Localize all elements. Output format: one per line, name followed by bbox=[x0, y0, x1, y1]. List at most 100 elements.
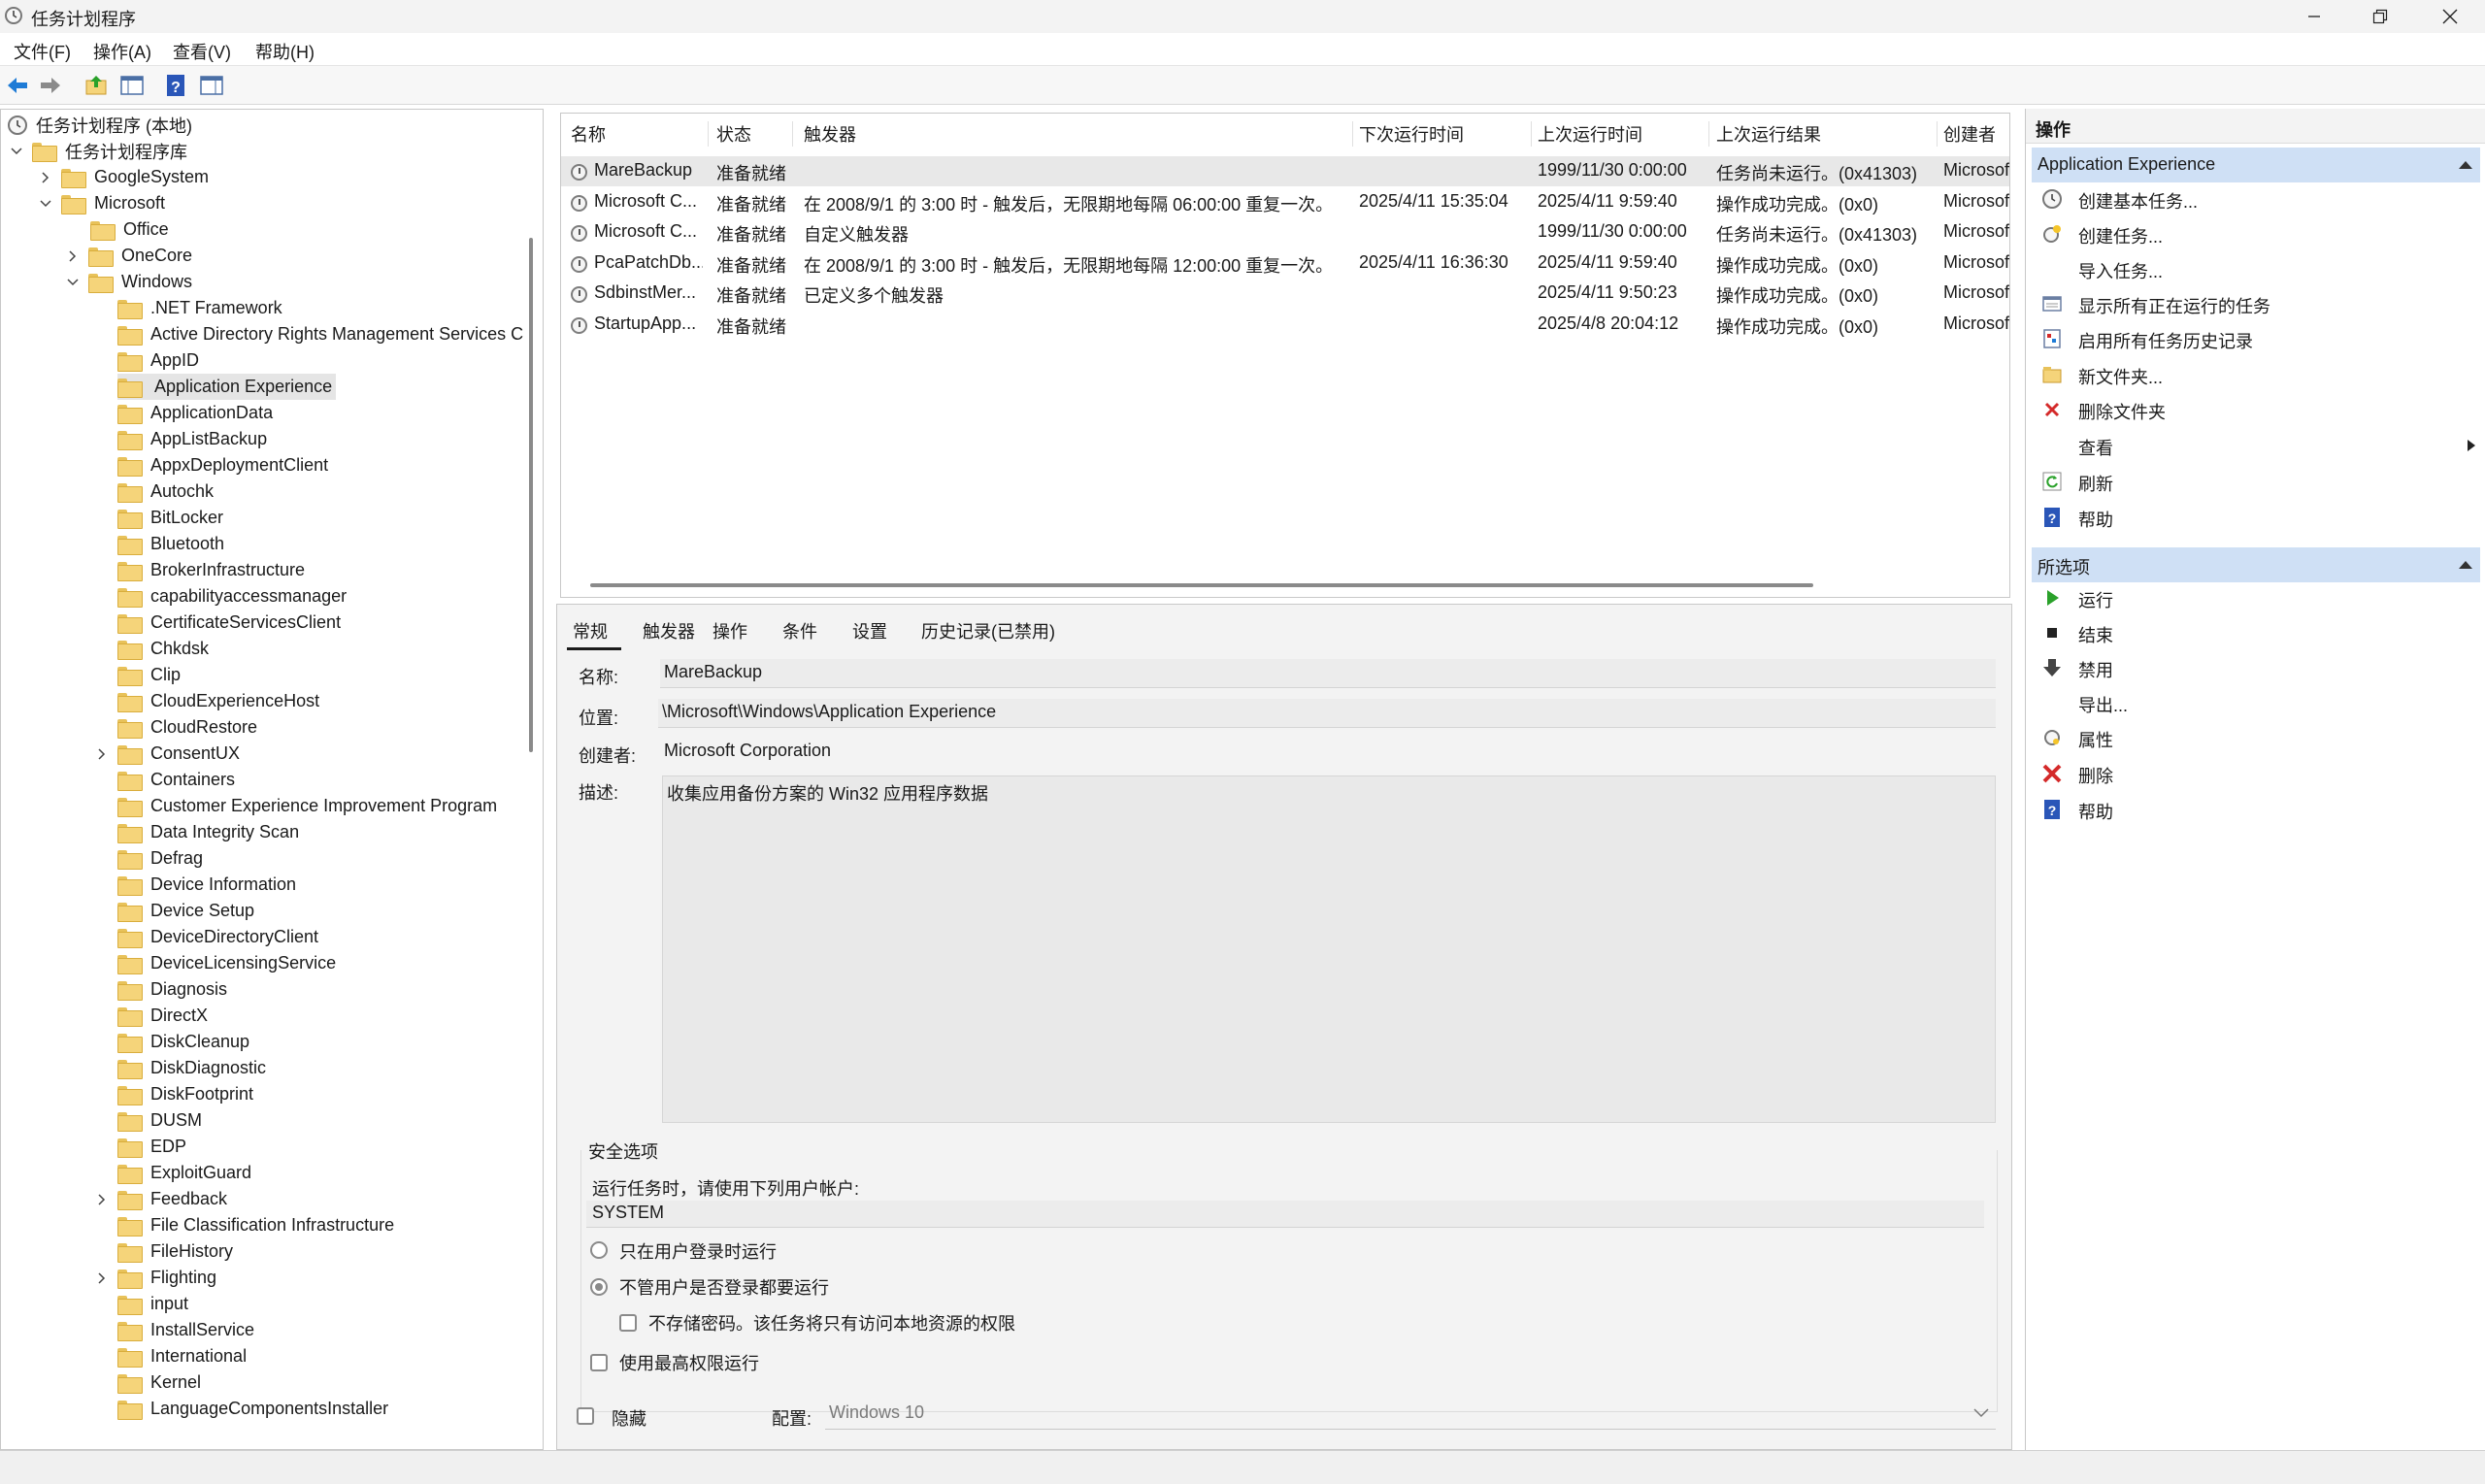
table-row[interactable]: PcaPatchDb... 准备就绪在 2008/9/1 的 3:00 时 - 触… bbox=[561, 248, 2009, 279]
tab-conditions[interactable]: 条件 bbox=[782, 618, 817, 643]
collapse-caret-icon[interactable] bbox=[2459, 561, 2472, 569]
chevron-down-icon[interactable] bbox=[9, 144, 24, 159]
chevron-down-icon[interactable] bbox=[65, 275, 81, 290]
checkbox-hidden[interactable] bbox=[577, 1407, 594, 1425]
chevron-down-icon[interactable] bbox=[38, 196, 53, 212]
tree-folder-item[interactable]: Data Integrity Scan bbox=[117, 819, 299, 845]
column-separator[interactable] bbox=[792, 121, 793, 147]
chevron-right-icon[interactable] bbox=[94, 746, 110, 762]
action-display-running-tasks[interactable]: 显示所有正在运行的任务 bbox=[2032, 287, 2480, 320]
section-selected-item[interactable]: 所选项 bbox=[2032, 547, 2480, 582]
tree-googlesystem[interactable]: GoogleSystem bbox=[38, 164, 209, 190]
tree-folder-item[interactable]: Feedback bbox=[94, 1186, 227, 1212]
hidden-label[interactable]: 隐藏 bbox=[612, 1405, 646, 1431]
tree-folder-item[interactable]: Customer Experience Improvement Program bbox=[117, 793, 497, 819]
column-separator[interactable] bbox=[1708, 121, 1709, 147]
col-header-next-run[interactable]: 下次运行时间 bbox=[1359, 121, 1524, 147]
tree-folder-item[interactable]: Containers bbox=[117, 767, 235, 793]
tab-settings[interactable]: 设置 bbox=[852, 618, 887, 643]
radio-run-whether-logged-on[interactable] bbox=[590, 1278, 608, 1296]
tree-folder-item[interactable]: input bbox=[117, 1291, 188, 1317]
tree-folder-item[interactable]: InstallService bbox=[117, 1317, 254, 1343]
tree-folder-item[interactable]: Autochk bbox=[117, 478, 214, 505]
tree-folder-item[interactable]: BitLocker bbox=[117, 505, 223, 531]
action-view[interactable]: 查看 bbox=[2032, 429, 2480, 462]
tree-folder-item[interactable]: ConsentUX bbox=[94, 741, 240, 767]
tab-history[interactable]: 历史记录(已禁用) bbox=[921, 618, 1055, 643]
menu-view[interactable]: 查看(V) bbox=[173, 39, 231, 64]
checkbox-run-highest-privileges[interactable] bbox=[590, 1354, 608, 1371]
action-export[interactable]: 导出... bbox=[2032, 686, 2480, 719]
col-header-last-result[interactable]: 上次运行结果 bbox=[1716, 121, 1901, 147]
action-enable-history[interactable]: 启用所有任务历史记录 bbox=[2032, 322, 2480, 355]
tree-folder-item[interactable]: DiskFootprint bbox=[117, 1081, 253, 1107]
collapse-caret-icon[interactable] bbox=[2459, 161, 2472, 169]
column-separator[interactable] bbox=[1531, 121, 1532, 147]
table-row[interactable]: StartupApp... 准备就绪 2025/4/8 20:04:12 操作成功完成… bbox=[561, 310, 2009, 340]
action-delete[interactable]: 删除 bbox=[2032, 757, 2480, 790]
tree-microsoft[interactable]: Microsoft bbox=[38, 190, 165, 216]
table-row[interactable]: Microsoft C... 准备就绪 自定义触发器 1999/11/30 0:00:… bbox=[561, 217, 2009, 247]
tree-folder-item[interactable]: Device Information bbox=[117, 872, 296, 898]
tree-folder-item[interactable]: AppxDeploymentClient bbox=[117, 452, 328, 478]
author-field[interactable]: Microsoft Corporation bbox=[660, 738, 1996, 767]
configure-for-dropdown[interactable]: Windows 10 bbox=[825, 1397, 1996, 1430]
menu-file[interactable]: 文件(F) bbox=[14, 39, 71, 64]
tab-actions[interactable]: 操作 bbox=[712, 618, 747, 643]
table-row[interactable]: SdbinstMer... 准备就绪 已定义多个触发器 2025/4/11 9:50:… bbox=[561, 279, 2009, 309]
menu-action[interactable]: 操作(A) bbox=[93, 39, 151, 64]
tree-folder-item[interactable]: File Classification Infrastructure bbox=[117, 1212, 394, 1238]
col-header-name[interactable]: 名称 bbox=[571, 121, 678, 147]
forward-arrow-icon[interactable] bbox=[37, 72, 64, 99]
tree-folder-item[interactable]: Device Setup bbox=[117, 898, 254, 924]
action-properties[interactable]: 属性 bbox=[2032, 721, 2480, 754]
tree-folder-item[interactable]: DiskDiagnostic bbox=[117, 1055, 266, 1081]
tab-general[interactable]: 常规 bbox=[573, 618, 608, 643]
column-separator[interactable] bbox=[1937, 121, 1938, 147]
tree-folder-item[interactable]: .NET Framework bbox=[117, 295, 282, 321]
tree-folder-item[interactable]: DirectX bbox=[117, 1003, 208, 1029]
table-row[interactable]: MareBackup 准备就绪 1999/11/30 0:00:00 任务尚未运行。(… bbox=[561, 156, 2009, 186]
back-arrow-icon[interactable] bbox=[4, 72, 31, 99]
tree-folder-item[interactable]: CertificateServicesClient bbox=[117, 610, 341, 636]
action-disable[interactable]: 禁用 bbox=[2032, 651, 2480, 684]
table-row[interactable]: Microsoft C... 准备就绪在 2008/9/1 的 3:00 时 - … bbox=[561, 187, 2009, 217]
tree-office[interactable]: Office bbox=[90, 216, 169, 243]
action-create-basic-task[interactable]: 创建基本任务... bbox=[2032, 182, 2480, 215]
checkbox-do-not-store-password[interactable] bbox=[619, 1314, 637, 1332]
tree-folder-item[interactable]: BrokerInfrastructure bbox=[117, 557, 305, 583]
tree-folder-item[interactable]: FileHistory bbox=[117, 1238, 233, 1265]
action-help[interactable]: ? 帮助 bbox=[2032, 501, 2480, 534]
restore-button[interactable] bbox=[2347, 0, 2413, 33]
tree-windows[interactable]: Windows bbox=[65, 269, 192, 295]
action-run[interactable]: 运行 bbox=[2032, 581, 2480, 614]
column-separator[interactable] bbox=[708, 121, 709, 147]
location-field[interactable]: \Microsoft\Windows\Application Experienc… bbox=[658, 699, 1996, 728]
column-separator[interactable] bbox=[1352, 121, 1353, 147]
action-end[interactable]: 结束 bbox=[2032, 616, 2480, 649]
tree-folder-item[interactable]: LanguageComponentsInstaller bbox=[117, 1396, 388, 1422]
checkbox-do-not-store-password-label[interactable]: 不存储密码。该任务将只有访问本地资源的权限 bbox=[648, 1310, 1015, 1336]
tree-folder-item[interactable]: EDP bbox=[117, 1134, 186, 1160]
action-create-task[interactable]: 创建任务... bbox=[2032, 217, 2480, 250]
tree-folder-item[interactable]: ExploitGuard bbox=[117, 1160, 251, 1186]
radio-run-only-logged-on-label[interactable]: 只在用户登录时运行 bbox=[619, 1238, 777, 1264]
tree-folder-item[interactable]: capabilityaccessmanager bbox=[117, 583, 347, 610]
tree-folder-item[interactable]: Clip bbox=[117, 662, 181, 688]
chevron-right-icon[interactable] bbox=[38, 170, 53, 185]
tree-folder-item[interactable]: Active Directory Rights Management Servi… bbox=[117, 321, 523, 347]
action-import-task[interactable]: 导入任务... bbox=[2032, 252, 2480, 285]
tree-folder-item[interactable]: Flighting bbox=[94, 1265, 216, 1291]
menu-help[interactable]: 帮助(H) bbox=[255, 39, 315, 64]
tree-vertical-scrollbar[interactable] bbox=[529, 238, 533, 752]
tree-folder-item[interactable]: Kernel bbox=[117, 1369, 201, 1396]
help-icon[interactable]: ? bbox=[163, 72, 190, 99]
tree-folder-item[interactable]: DiskCleanup bbox=[117, 1029, 249, 1055]
radio-run-only-logged-on[interactable] bbox=[590, 1241, 608, 1259]
tree-root[interactable]: 任务计划程序 (本地) bbox=[7, 112, 192, 138]
minimize-button[interactable] bbox=[2281, 0, 2347, 33]
tree-folder-item[interactable]: International bbox=[117, 1343, 247, 1369]
tree-folder-item[interactable]: AppID bbox=[117, 347, 199, 374]
radio-run-whether-logged-on-label[interactable]: 不管用户是否登录都要运行 bbox=[619, 1274, 829, 1300]
tree-folder-item[interactable]: Chkdsk bbox=[117, 636, 209, 662]
